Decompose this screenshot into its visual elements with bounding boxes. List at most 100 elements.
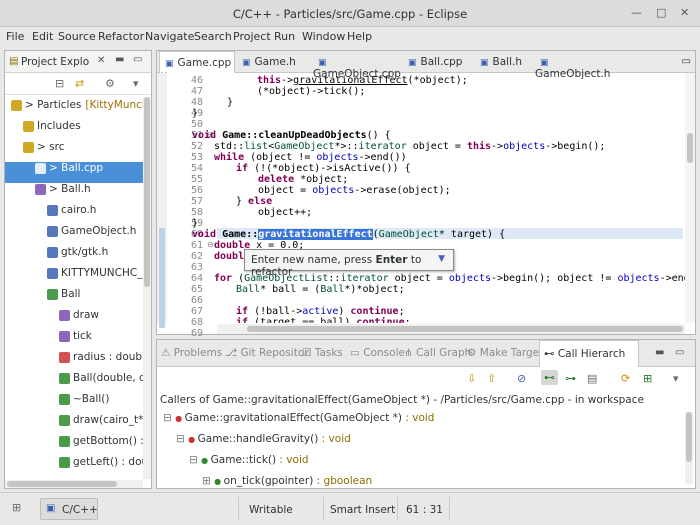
bottom-tab[interactable]: ⋔ Call Graph [404,347,471,359]
view-dropdown-icon[interactable]: ▾ [133,77,139,90]
menu-project[interactable]: Project [233,30,271,43]
tree-hscrollbar[interactable] [5,480,143,488]
perspective-button[interactable]: ▣ C/C++ [40,498,98,520]
bottom-tab[interactable]: ☑ Tasks [302,347,343,359]
close-button[interactable]: ✕ [680,6,689,19]
call-hierarchy-row[interactable]: ⊟ ● Game::handleGravity() : void [176,433,351,445]
tree-item[interactable]: draw(cairo_t*) [5,414,145,435]
tree-item[interactable]: cairo.h [5,204,145,225]
insert-mode-status: Smart Insert [330,504,396,516]
method-icon [59,393,70,405]
menu-window[interactable]: Window [302,30,345,43]
bottom-tab[interactable]: ⚠ Problems [161,347,222,359]
call-hierarchy-row[interactable]: ⊞ ● on_tick(gpointer) : gboolean [202,475,372,487]
history-icon[interactable]: ▤ [587,372,597,385]
tree-scrollbar[interactable] [143,97,151,479]
tree-item[interactable]: radius : double [5,351,145,372]
method-name: on_tick(gpointer) [223,475,314,487]
cpp-file-icon [35,162,46,174]
call-hierarchy-row[interactable]: ⊟ ● Game::tick() : void [189,454,309,466]
tooltip-menu-icon[interactable]: ▼ [438,254,445,264]
hierarchy-scrollbar[interactable] [685,412,693,484]
bottom-tab[interactable]: ⎇ Git Repositori [225,347,311,359]
tree-item[interactable]: tick [5,330,145,351]
call-hierarchy-caption: Callers of Game::gravitationalEffect(Gam… [160,394,644,406]
menu-file[interactable]: File [6,30,24,43]
view-menu-icon[interactable]: ▾ [673,372,679,385]
bottom-tab[interactable]: ⚙ Make Target [467,347,543,359]
menu-navigate[interactable]: Navigate [145,30,194,43]
maximize-view-icon[interactable]: ▭ [133,54,142,65]
editor-tab[interactable]: ▣GameObject.cpp [313,51,401,80]
collapse-icon[interactable]: ⊟ [176,433,188,445]
editor-vscrollbar[interactable] [685,73,695,323]
pin-icon[interactable]: ⊞ [643,372,652,385]
maximize-editor-icon[interactable]: ▭ [682,56,691,67]
includes-icon [23,120,34,132]
editor-tab[interactable]: ▣ Ball.cpp [403,51,471,73]
project-explorer-tab[interactable]: ▤ Project Explo ✕ ▬ ▭ [5,51,151,73]
tree-item[interactable]: ~Ball() [5,393,145,414]
call-hierarchy-row[interactable]: ⊟ ● Game::gravitationalEffect(GameObject… [163,412,434,424]
tree-item[interactable]: Ball(double, dou [5,372,145,393]
editor-tab[interactable]: ▣ Ball.h [475,51,531,73]
editor-hscrollbar[interactable] [217,324,685,334]
return-type: : void [276,454,309,466]
minimize-view-icon[interactable]: ▬ [115,54,124,65]
refresh-icon[interactable]: ⟳ [621,372,630,385]
tree-item-label: tick [73,330,92,342]
tree-item-label: radius : double [73,351,145,363]
expand-icon[interactable]: ⊞ [202,475,214,487]
minimize-view-icon[interactable]: ▬ [655,347,664,358]
callers-icon[interactable]: ⊷ [541,370,558,385]
tree-item[interactable]: > src [5,141,145,162]
menu-refactor[interactable]: Refactor [98,30,144,43]
tree-item[interactable]: KITTYMUNCHC_S [5,267,145,288]
tree-item[interactable]: > Particles[KittyMunchC [5,99,145,120]
filter-icon[interactable]: ⊘ [517,372,526,385]
menu-help[interactable]: Help [347,30,372,43]
project-explorer-panel: ▤ Project Explo ✕ ▬ ▭ ⊟ ⇄ ⚙ ▾ > Particle… [4,50,152,489]
close-view-icon[interactable]: ✕ [97,55,105,66]
tree-item[interactable]: Includes [5,120,145,141]
tree-item[interactable]: gtk/gtk.h [5,246,145,267]
link-editor-icon[interactable]: ⇄ [75,77,84,90]
menu-search[interactable]: Search [194,30,232,43]
tree-item-label: draw(cairo_t*) [73,414,145,426]
maximize-button[interactable]: □ [656,6,666,19]
callees-icon[interactable]: ⊶ [565,372,576,385]
previous-icon[interactable]: ⇧ [487,372,496,385]
tree-item[interactable]: > Ball.h [5,183,145,204]
tree-item[interactable]: > Ball.cpp [5,162,145,183]
tree-item[interactable]: draw [5,309,145,330]
collapse-all-icon[interactable]: ⊟ [55,77,64,90]
menu-run[interactable]: Run [274,30,295,43]
tree-item[interactable]: getLeft() : dou [5,456,145,477]
editor-tab[interactable]: ▣ Game.h [237,51,309,73]
editor-tab[interactable]: ▣Game.cpp ✕ [159,51,235,81]
tree-item[interactable]: getBottom() : d [5,435,145,456]
code-editor[interactable]: ▣Game.cpp ✕▣Game.h▣GameObject.cpp▣Ball.c… [156,50,696,339]
code-line: if (target == ball) continue; [236,317,411,323]
tree-item[interactable]: Ball [5,288,145,309]
collapse-icon[interactable]: ⊟ [189,454,201,466]
collapse-icon[interactable]: ⊟ [163,412,175,424]
next-icon[interactable]: ⇩ [467,372,476,385]
bottom-tab[interactable]: ⊷ Call Hierarch [539,340,639,367]
view-menu-icon[interactable]: ⚙ [105,77,115,90]
tree-item-label: > Ball.cpp [49,162,104,174]
maximize-view-icon[interactable]: ▭ [675,347,684,358]
tree-item-label: getBottom() : d [73,435,145,447]
editor-tab[interactable]: ▣GameObject.h [535,51,617,80]
tree-item[interactable]: GameObject.h [5,225,145,246]
minimize-button[interactable]: — [631,6,642,19]
menu-edit[interactable]: Edit [32,30,53,43]
bottom-tab[interactable]: ▭ Console [350,347,405,359]
open-perspective-icon[interactable]: ⊞ [12,501,21,514]
code-area[interactable]: this->gravitationalEffect(*object); (*ob… [157,73,685,323]
h-file-icon [35,183,46,195]
tree-item-label: Ball [61,288,81,300]
code-line: this->gravitationalEffect(*object); [257,75,468,86]
menu-source[interactable]: Source [58,30,96,43]
tree-item-label: getLeft() : dou [73,456,145,468]
